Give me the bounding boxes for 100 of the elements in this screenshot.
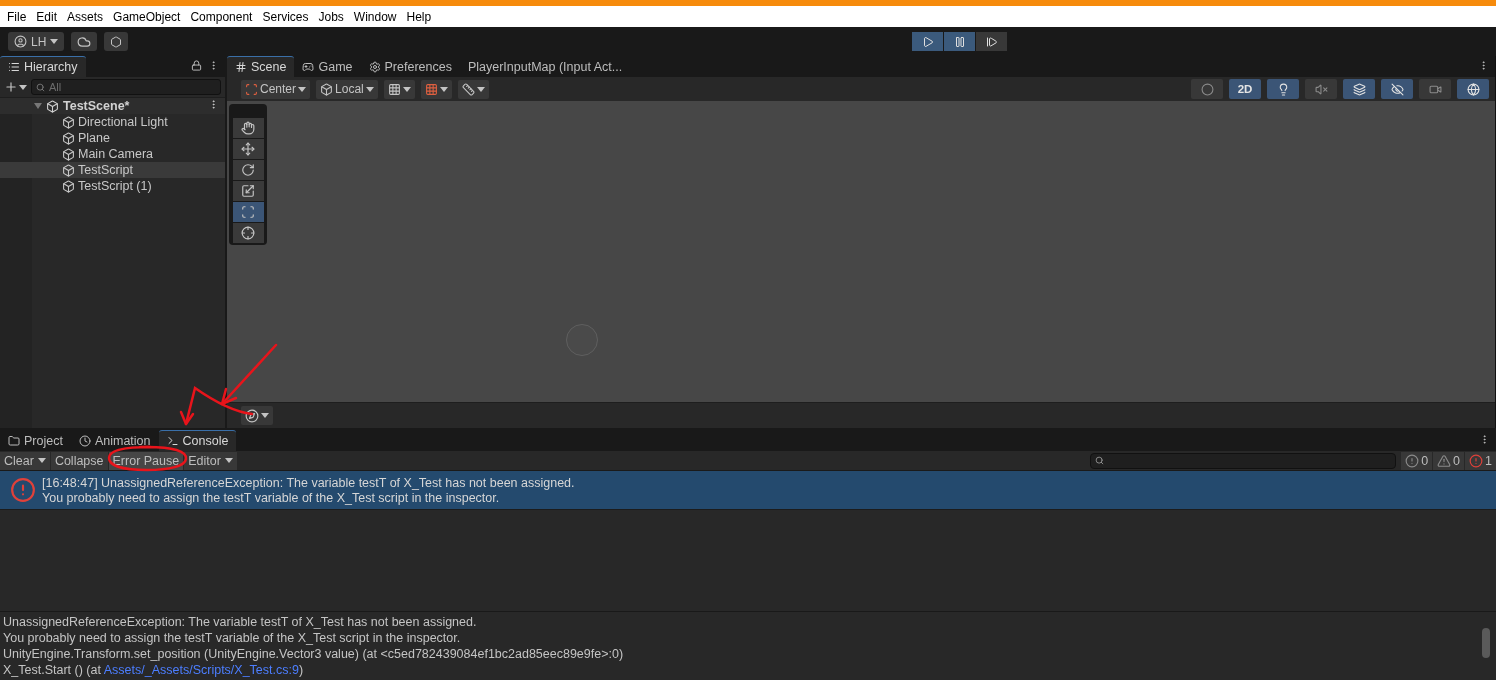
menu-item[interactable]: Services: [257, 9, 314, 24]
user-icon: [14, 35, 27, 48]
search-icon: [36, 82, 45, 92]
panel-tab[interactable]: Project: [0, 430, 71, 451]
view-toggle[interactable]: [1191, 79, 1223, 99]
count-toggle[interactable]: 0: [1401, 451, 1433, 470]
space-dropdown[interactable]: Local: [316, 79, 378, 99]
hierarchy-item[interactable]: TestScript: [0, 162, 225, 178]
trace-text: X_Test.Start () (at: [3, 663, 102, 677]
tool-button[interactable]: [232, 223, 264, 243]
cube-icon: [62, 147, 75, 161]
detail-text: You probably need to assign the testT variable of the X_Test script in the inspector.: [3, 630, 462, 646]
caret-icon: [37, 458, 46, 463]
folder-icon: [8, 435, 20, 447]
hierarchy-item[interactable]: Plane: [0, 130, 225, 146]
pause-button[interactable]: [944, 32, 975, 51]
hierarchy-item[interactable]: Main Camera: [0, 146, 225, 162]
count-toggle[interactable]: 1: [1465, 451, 1496, 470]
hierarchy-item[interactable]: TestScript (1): [0, 178, 225, 194]
orientation-dropdown[interactable]: [241, 406, 273, 425]
compass-icon: [245, 408, 259, 423]
menu-item[interactable]: Edit: [31, 9, 63, 24]
info-icon: [1405, 453, 1420, 468]
hierarchy-item[interactable]: Directional Light: [0, 114, 225, 130]
collab-button[interactable]: [104, 32, 129, 51]
menu-item[interactable]: Jobs: [313, 9, 349, 24]
menu-item[interactable]: File: [2, 9, 32, 24]
console-search-field[interactable]: [1090, 452, 1397, 469]
step-button[interactable]: [976, 32, 1007, 51]
hexagon-icon: [110, 35, 123, 48]
play-button[interactable]: [912, 32, 943, 51]
scrollbar-thumb[interactable]: [1482, 628, 1490, 658]
pivot-dropdown[interactable]: Center: [241, 79, 311, 99]
cloud-icon: [77, 34, 92, 49]
ruler-icon: [461, 82, 475, 96]
detail-text: UnassignedReferenceException: The variable testT of X_Test has not been assigned.: [3, 614, 478, 630]
editor-tab[interactable]: Scene: [227, 56, 295, 77]
caret-icon: [224, 458, 233, 463]
mute-icon: [1314, 82, 1328, 96]
error-icon: [1469, 453, 1484, 468]
trace-text: ): [298, 663, 304, 677]
panel-tab[interactable]: Animation: [70, 430, 159, 451]
rect-icon: [241, 205, 255, 219]
count-toggle[interactable]: 0: [1433, 451, 1465, 470]
transform-icon: [241, 226, 255, 240]
grid-icon: [387, 82, 401, 96]
view-toggle[interactable]: [1267, 79, 1299, 99]
increment-dropdown[interactable]: [457, 79, 489, 99]
caret-icon: [261, 413, 269, 418]
scale-icon: [241, 184, 255, 198]
menu-item[interactable]: Window: [348, 9, 402, 24]
menu-item[interactable]: Component: [185, 9, 258, 24]
view-toggle[interactable]: [1419, 79, 1451, 99]
tool-button[interactable]: [232, 202, 264, 222]
tool-button[interactable]: [232, 139, 264, 159]
cube-icon: [62, 163, 75, 177]
editor-tab[interactable]: Preferences: [360, 56, 460, 77]
menu-item[interactable]: Help: [401, 9, 437, 24]
eye-off-icon: [1390, 82, 1404, 96]
search-input[interactable]: All: [49, 81, 216, 93]
snap-dropdown[interactable]: [420, 79, 452, 99]
scene-row[interactable]: TestScene*: [0, 98, 225, 114]
console-icon: [166, 435, 179, 447]
tool-button[interactable]: [232, 118, 264, 138]
snap-icon: [424, 82, 438, 96]
view-toggle[interactable]: [1343, 79, 1375, 99]
caret-icon: [19, 84, 27, 90]
log-entry[interactable]: [16:48:47] UnassignedReferenceException: The variable testT of X_Test has not been assigned. You probably need to assign the testT variable of the X_Test script in the inspector.: [0, 471, 1496, 510]
pause-icon: [953, 35, 966, 48]
view-toggle[interactable]: [1305, 79, 1337, 99]
editor-tab[interactable]: PlayerInputMap (Input Act...: [459, 56, 631, 77]
play-icon: [921, 35, 934, 48]
search-field[interactable]: All: [31, 79, 221, 95]
cloud-button[interactable]: [71, 32, 98, 51]
tool-button[interactable]: [232, 160, 264, 180]
step-icon: [985, 35, 998, 48]
lock-icon: [191, 60, 202, 71]
editor-tab[interactable]: Game: [294, 56, 361, 77]
view-toggle[interactable]: [1381, 79, 1413, 99]
account-dropdown[interactable]: LH: [8, 32, 65, 51]
grid-dropdown[interactable]: [383, 79, 415, 99]
menu-item[interactable]: GameObject: [108, 9, 186, 24]
console-button[interactable]: Clear: [0, 451, 50, 470]
console-button[interactable]: Editor: [184, 451, 237, 470]
scene-name: TestScene*: [63, 99, 130, 113]
menu-item[interactable]: Assets: [62, 9, 109, 24]
search-icon: [1095, 456, 1105, 465]
clock-icon: [78, 435, 91, 447]
circle-icon: [1200, 82, 1214, 96]
warning-icon: [1437, 453, 1452, 468]
view-toggle[interactable]: [1457, 79, 1489, 99]
move-icon: [241, 142, 255, 156]
add-button[interactable]: [4, 80, 27, 94]
hierarchy-tab[interactable]: Hierarchy: [0, 56, 86, 77]
cube-icon: [62, 179, 75, 193]
view-toggle[interactable]: 2D: [1229, 79, 1261, 99]
file-link[interactable]: Assets/_Assets/Scripts/X_Test.cs:9: [103, 663, 299, 677]
tool-button[interactable]: [232, 181, 264, 201]
console-button[interactable]: Collapse: [50, 451, 108, 470]
panel-tab[interactable]: Console: [158, 430, 237, 451]
